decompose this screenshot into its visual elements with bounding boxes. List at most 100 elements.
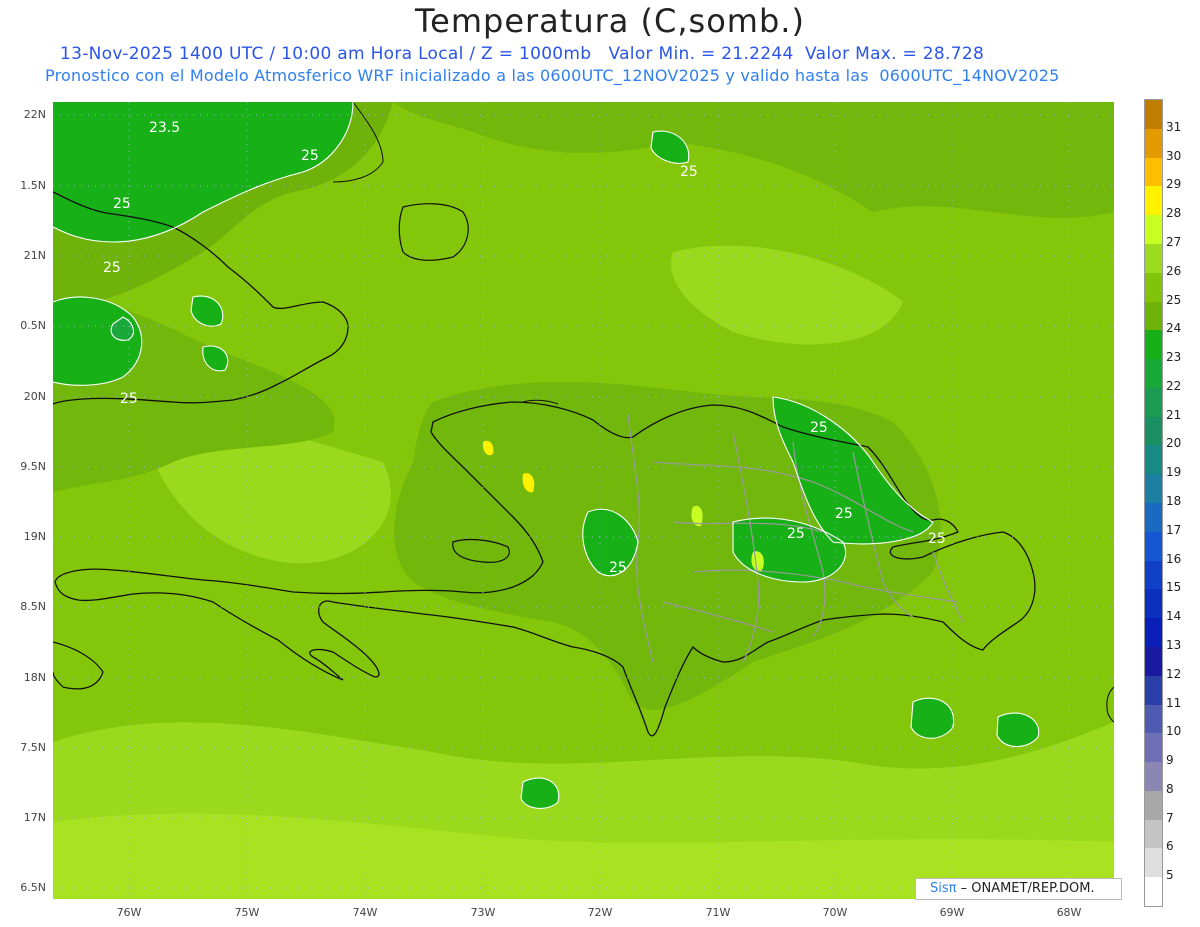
coastline-jamaica — [53, 641, 104, 690]
contour-label: 25 — [113, 196, 131, 212]
colorbar-label: 26 — [1166, 263, 1182, 278]
cold-zone-cuba-2 — [191, 296, 223, 327]
colorbar-label: 8 — [1166, 781, 1174, 796]
colorbar-label: 13 — [1166, 637, 1182, 652]
coastline-puerto-rico — [1106, 686, 1114, 723]
subtitle-model-info: Pronostico con el Modelo Atmosferico WRF… — [45, 66, 1060, 85]
colorbar-swatch — [1145, 848, 1162, 878]
coastline-inagua — [398, 203, 469, 261]
lon-label: 68W — [1056, 906, 1082, 919]
chart-title: Temperatura (C,somb.) — [415, 2, 805, 40]
colorbar-swatch — [1145, 618, 1162, 648]
colorbar-swatch — [1145, 243, 1162, 274]
colorbar-label: 23 — [1166, 350, 1182, 365]
colorbar-label: 22 — [1166, 378, 1182, 393]
contour-label: 25 — [928, 531, 946, 547]
colorbar-swatch — [1145, 157, 1162, 187]
colorbar-swatch — [1145, 733, 1162, 763]
colorbar-swatch — [1145, 646, 1162, 677]
lon-label: 71W — [705, 906, 731, 919]
lon-label: 76W — [116, 906, 142, 919]
lat-label: 19N — [23, 530, 46, 543]
lat-label: 9.5N — [20, 460, 46, 473]
lon-label: 69W — [939, 906, 965, 919]
colorbar-swatch — [1145, 474, 1162, 504]
colorbar-label: 29 — [1166, 177, 1182, 192]
colorbar-swatch — [1145, 675, 1162, 705]
lat-label: 22N — [23, 108, 46, 121]
lon-label: 73W — [470, 906, 496, 919]
colorbar-swatch — [1145, 819, 1162, 849]
colorbar — [1144, 99, 1163, 907]
colorbar-swatch — [1145, 790, 1162, 821]
colorbar-swatch — [1145, 877, 1162, 907]
colorbar-swatch — [1145, 503, 1162, 533]
colorbar-label: 19 — [1166, 465, 1182, 480]
colorbar-swatch — [1145, 301, 1162, 331]
colorbar-swatch — [1145, 704, 1162, 734]
credit-org: – ONAMET/REP.DOM. — [960, 881, 1095, 896]
colorbar-swatch — [1145, 560, 1162, 590]
lon-label: 70W — [822, 906, 848, 919]
colorbar-label: 25 — [1166, 292, 1182, 307]
subtitle-valid-time: 13-Nov-2025 1400 UTC / 10:00 am Hora Loc… — [60, 44, 985, 64]
lat-label: 8.5N — [20, 600, 46, 613]
colorbar-label: 30 — [1166, 148, 1182, 163]
colorbar-swatch — [1145, 330, 1162, 360]
brand-logo: Sisπ — [930, 881, 957, 896]
lon-label: 72W — [587, 906, 613, 919]
colorbar-swatch — [1145, 589, 1162, 619]
colorbar-label: 6 — [1166, 839, 1174, 854]
colorbar-label: 5 — [1166, 868, 1174, 883]
lon-label: 75W — [234, 906, 260, 919]
map-canvas: 23.5 25 25 25 25 25 25 25 25 25 25 — [53, 102, 1114, 899]
contour-label: 25 — [609, 560, 627, 576]
lat-label: 21N — [23, 249, 46, 262]
colorbar-label: 7 — [1166, 810, 1174, 825]
colorbar-label: 18 — [1166, 494, 1182, 508]
contour-label: 25 — [103, 260, 121, 276]
colorbar-swatch — [1145, 387, 1162, 418]
cold-zone-east-2 — [997, 713, 1039, 747]
colorbar-swatch — [1145, 359, 1162, 389]
lat-label: 20N — [23, 390, 46, 403]
colorbar-swatch — [1145, 215, 1162, 245]
cool-zone-north — [393, 102, 1114, 218]
colorbar-label: 20 — [1166, 436, 1182, 451]
colorbar-swatch — [1145, 416, 1162, 446]
colorbar-label: 24 — [1166, 321, 1182, 336]
contour-label: 23.5 — [149, 120, 180, 136]
colorbar-swatch — [1145, 100, 1162, 130]
colorbar-label: 28 — [1166, 206, 1182, 221]
contour-label: 25 — [120, 391, 138, 407]
lat-label: 1.5N — [20, 179, 46, 192]
colorbar-swatch — [1145, 186, 1162, 216]
colorbar-label: 27 — [1166, 234, 1182, 249]
colorbar-label: 31 — [1166, 119, 1182, 134]
lon-label: 74W — [352, 906, 378, 919]
contour-label: 25 — [835, 506, 853, 522]
colorbar-label: 14 — [1166, 609, 1182, 624]
colorbar-label: 15 — [1166, 580, 1182, 595]
lat-label: 7.5N — [20, 741, 46, 754]
lat-label: 18N — [23, 671, 46, 684]
colorbar-swatch — [1145, 272, 1162, 302]
lat-label: 17N — [23, 811, 46, 824]
colorbar-label: 10 — [1166, 724, 1182, 739]
colorbar-swatch — [1145, 531, 1162, 562]
colorbar-label: 16 — [1166, 551, 1182, 566]
colorbar-label: 12 — [1166, 666, 1182, 681]
lat-label: 0.5N — [20, 319, 46, 332]
contour-label: 25 — [787, 526, 805, 542]
colorbar-swatch — [1145, 128, 1162, 159]
cool-zone-hispaniola — [394, 382, 941, 710]
temperature-map: 23.5 25 25 25 25 25 25 25 25 25 25 — [53, 102, 1114, 899]
contour-label: 25 — [810, 420, 828, 436]
warm-patch-2 — [671, 245, 903, 345]
colorbar-swatch — [1145, 445, 1162, 475]
contour-label: 25 — [301, 148, 319, 164]
credit-box: Sisπ – ONAMET/REP.DOM. — [915, 878, 1122, 900]
colorbar-label: 17 — [1166, 522, 1182, 537]
colorbar-label: 9 — [1166, 753, 1174, 768]
colorbar-label: 21 — [1166, 407, 1182, 422]
